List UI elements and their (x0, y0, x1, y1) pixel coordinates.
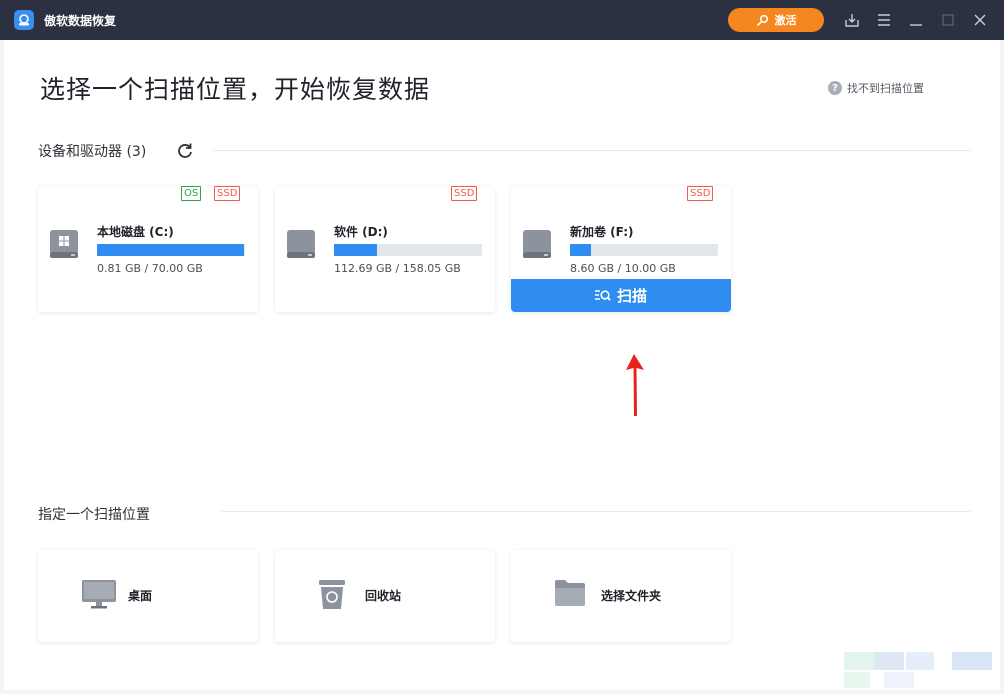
usage-bar-fill (570, 244, 591, 256)
usage-bar-fill (334, 244, 377, 256)
location-label: 桌面 (128, 589, 153, 603)
refresh-icon[interactable] (176, 142, 194, 160)
drive-size: 0.81 GB / 70.00 GB (97, 262, 203, 275)
location-label: 回收站 (365, 589, 402, 603)
main-panel: 选择一个扫描位置，开始恢复数据 ? 找不到扫描位置 设备和驱动器 (3) OS … (4, 40, 1000, 690)
section-divider (214, 150, 970, 151)
usage-bar (570, 244, 718, 256)
key-icon (756, 14, 768, 26)
drive-card-f[interactable]: SSD 新加卷 (F:) 8.60 GB / 10.00 GB 扫描 (511, 186, 731, 312)
ssd-tag: SSD (687, 186, 714, 201)
scan-button[interactable]: 扫描 (511, 279, 731, 312)
drive-size: 112.69 GB / 158.05 GB (334, 262, 461, 275)
drive-size: 8.60 GB / 10.00 GB (570, 262, 676, 275)
desktop-icon (82, 580, 116, 609)
locations-section-title: 指定一个扫描位置 (38, 507, 150, 523)
app-logo-icon (14, 10, 34, 30)
maximize-icon[interactable] (938, 10, 958, 30)
activate-button[interactable]: 激活 (728, 8, 824, 32)
help-icon: ? (828, 81, 842, 95)
page-title: 选择一个扫描位置，开始恢复数据 (40, 75, 431, 104)
location-card-recycle-bin[interactable]: 回收站 (275, 550, 495, 642)
hard-drive-icon (523, 230, 551, 258)
location-card-desktop[interactable]: 桌面 (38, 550, 258, 642)
help-link-label: 找不到扫描位置 (847, 82, 924, 95)
windows-drive-icon (50, 230, 78, 258)
drive-name: 本地磁盘 (C:) (97, 225, 174, 239)
usage-bar (97, 244, 245, 256)
drive-name: 软件 (D:) (334, 225, 388, 239)
location-card-folder[interactable]: 选择文件夹 (511, 550, 731, 642)
activate-label: 激活 (774, 14, 797, 27)
scan-button-label: 扫描 (616, 287, 647, 305)
minimize-icon[interactable] (906, 10, 926, 30)
os-tag: OS (181, 186, 202, 201)
hard-drive-icon (287, 230, 315, 258)
location-label: 选择文件夹 (601, 589, 662, 603)
ssd-tag: SSD (214, 186, 241, 201)
title-bar: 傲软数据恢复 激活 (0, 0, 1004, 40)
help-link[interactable]: ? 找不到扫描位置 (828, 80, 924, 96)
scan-icon (594, 289, 611, 301)
folder-icon (555, 580, 585, 606)
recycle-bin-icon (319, 580, 345, 609)
annotation-arrow-icon (626, 354, 644, 416)
app-title: 傲软数据恢复 (44, 14, 117, 28)
pixel-artifact (844, 650, 1000, 690)
close-icon[interactable] (970, 10, 990, 30)
section-divider (222, 511, 970, 512)
usage-bar (334, 244, 482, 256)
devices-section-title: 设备和驱动器 (3) (38, 144, 147, 160)
drive-card-c[interactable]: OS SSD 本地磁盘 (C:) 0.81 GB / 70.00 GB (38, 186, 258, 312)
usage-bar-fill (97, 244, 244, 256)
drive-name: 新加卷 (F:) (570, 225, 634, 239)
menu-icon[interactable] (874, 10, 894, 30)
ssd-tag: SSD (451, 186, 478, 201)
drive-card-d[interactable]: SSD 软件 (D:) 112.69 GB / 158.05 GB (275, 186, 495, 312)
download-icon[interactable] (842, 10, 862, 30)
